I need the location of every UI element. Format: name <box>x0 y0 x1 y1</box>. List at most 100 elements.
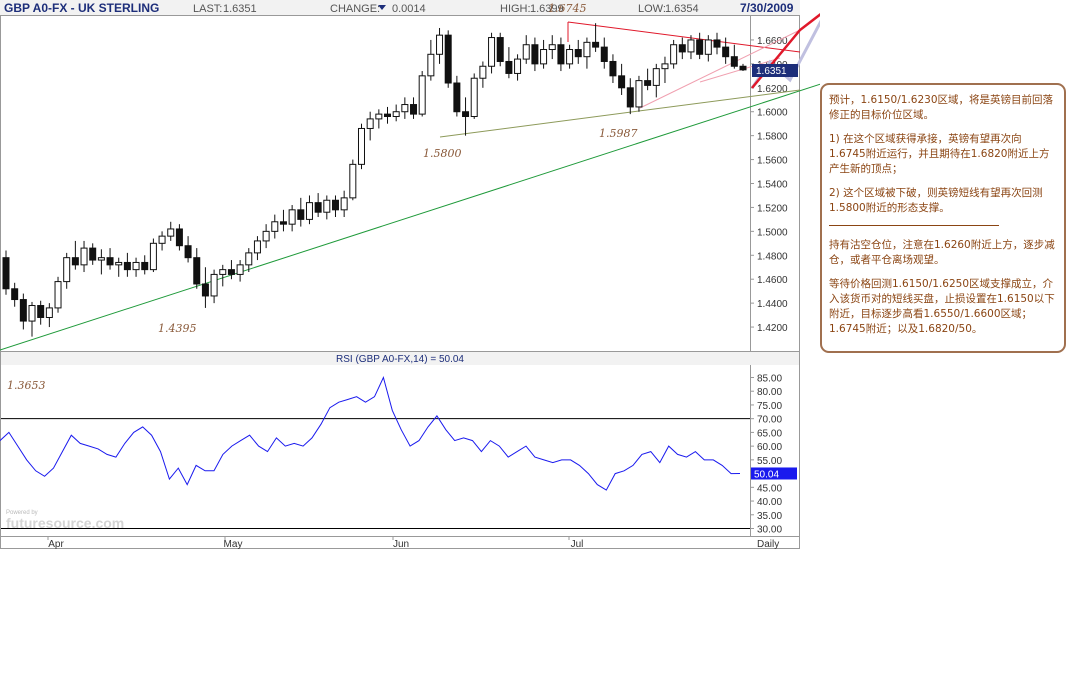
rsi-tick-label: 85.00 <box>757 373 782 384</box>
candle-body <box>227 269 235 275</box>
candle-body <box>323 199 331 213</box>
price-tick-label: 1.5800 <box>757 132 788 143</box>
candle-body <box>219 269 227 275</box>
candle-body <box>54 281 62 309</box>
candle-body <box>141 261 149 271</box>
price-tick-label: 1.5600 <box>757 156 788 167</box>
candle-body <box>531 44 539 65</box>
time-tick-label: Jun <box>393 539 409 550</box>
candle-body <box>696 39 704 55</box>
candle-body <box>418 75 426 115</box>
candle-body <box>462 111 470 118</box>
candle-body <box>644 80 652 86</box>
rsi-line <box>0 376 741 491</box>
candle-body <box>279 221 287 225</box>
candle-body <box>297 209 305 220</box>
candle-body <box>80 247 88 266</box>
candle-body <box>71 257 79 266</box>
candle-body <box>574 49 582 58</box>
rsi-tick-label: 45.00 <box>757 483 782 494</box>
candle-body <box>28 305 36 322</box>
rsi-tick-label: 75.00 <box>757 401 782 412</box>
candle-body <box>687 39 695 53</box>
candle-body <box>19 299 27 322</box>
candle-body <box>548 44 556 51</box>
candle-body <box>11 288 19 301</box>
rsi-title: RSI (GBP A0-FX,14) = 50.04 <box>336 354 464 365</box>
candle-body <box>583 41 591 58</box>
candle-body <box>123 261 131 271</box>
candle-body <box>496 37 504 62</box>
candle-body <box>175 228 183 247</box>
low-value: 1.6354 <box>665 3 699 15</box>
candle-body <box>331 199 339 211</box>
date-value: 7/30/2009 <box>740 1 794 15</box>
candle-body <box>453 82 461 113</box>
price-tick-label: 1.5400 <box>757 180 788 191</box>
candle-body <box>201 283 209 297</box>
candle-body <box>730 56 738 67</box>
note-divider <box>829 225 999 226</box>
candle-body <box>410 104 418 115</box>
candle-body <box>635 80 643 108</box>
candle-body <box>184 245 192 259</box>
candle-body <box>271 221 279 232</box>
candle-body <box>514 58 522 74</box>
candle-body <box>488 37 496 67</box>
candle-body <box>89 247 97 261</box>
candle-body <box>722 46 730 58</box>
candle-body <box>652 68 660 86</box>
candle-body <box>349 163 357 199</box>
candle-body <box>479 65 487 79</box>
candle-body <box>557 44 565 65</box>
candle-body <box>132 261 140 271</box>
note-paragraph-4: 持有沽空仓位，注意在1.6260附近上方，逐步减仓，或者平仓离场观望。 <box>829 239 1055 266</box>
annotation-high: 1.6745 <box>548 2 587 15</box>
candle-body <box>427 53 435 77</box>
low-label: LOW: <box>638 3 666 15</box>
rsi-tick-label: 70.00 <box>757 415 782 426</box>
candle-body <box>626 87 634 108</box>
candle-body <box>704 39 712 55</box>
note-paragraph-3: 2) 这个区域被下破，则英镑短线有望再次回测1.5800附近的形态支撑。 <box>829 187 1043 214</box>
candle-body <box>245 252 253 266</box>
rsi-axis-ticks: 30.0035.0040.0045.0050.0055.0060.0065.00… <box>750 373 782 536</box>
rsi-tick-label: 35.00 <box>757 511 782 522</box>
candle-body <box>436 34 444 55</box>
annotation-rsi-note: 1.3653 <box>7 379 46 392</box>
time-tick-label: Apr <box>48 539 64 550</box>
note-paragraph-1: 预计，1.6150/1.6230区域，将是英镑目前回落修正的目标价位区域。 <box>829 94 1054 121</box>
candle-body <box>158 235 166 244</box>
candle-body <box>253 240 261 254</box>
candle-body <box>63 257 71 283</box>
change-label: CHANGE: <box>330 3 380 15</box>
annotation-low-jul: 1.5987 <box>599 127 638 140</box>
price-tick-label: 1.5200 <box>757 203 788 214</box>
rsi-tick-label: 55.00 <box>757 456 782 467</box>
candle-body <box>670 44 678 65</box>
candle-body <box>739 65 747 71</box>
last-value: 1.6351 <box>223 3 257 15</box>
candle-body <box>366 118 374 129</box>
note-paragraph-5: 等待价格回测1.6150/1.6250区域支撑成立，介入该货币对的短线买盘，止损… <box>829 278 1055 335</box>
price-tick-label: 1.4600 <box>757 275 788 286</box>
candle-body <box>149 242 157 271</box>
rsi-tick-label: 80.00 <box>757 387 782 398</box>
candle-body <box>288 209 296 225</box>
candle-body <box>305 202 313 220</box>
candle-body <box>401 104 409 113</box>
time-axis-ticks: Apr May Jun Jul <box>47 536 583 550</box>
price-tick-label: 1.4400 <box>757 299 788 310</box>
change-value: 0.0014 <box>392 3 426 15</box>
candle-body <box>592 41 600 48</box>
last-label: LAST: <box>193 3 222 15</box>
candle-body <box>262 230 270 242</box>
candle-body <box>522 44 530 60</box>
price-label: 1.6351 <box>756 66 787 77</box>
candle-body <box>444 34 452 84</box>
candle-body <box>210 273 218 297</box>
candle-body <box>470 77 478 118</box>
price-candles <box>2 23 747 337</box>
candle-body <box>713 39 721 48</box>
candle-body <box>566 49 574 65</box>
